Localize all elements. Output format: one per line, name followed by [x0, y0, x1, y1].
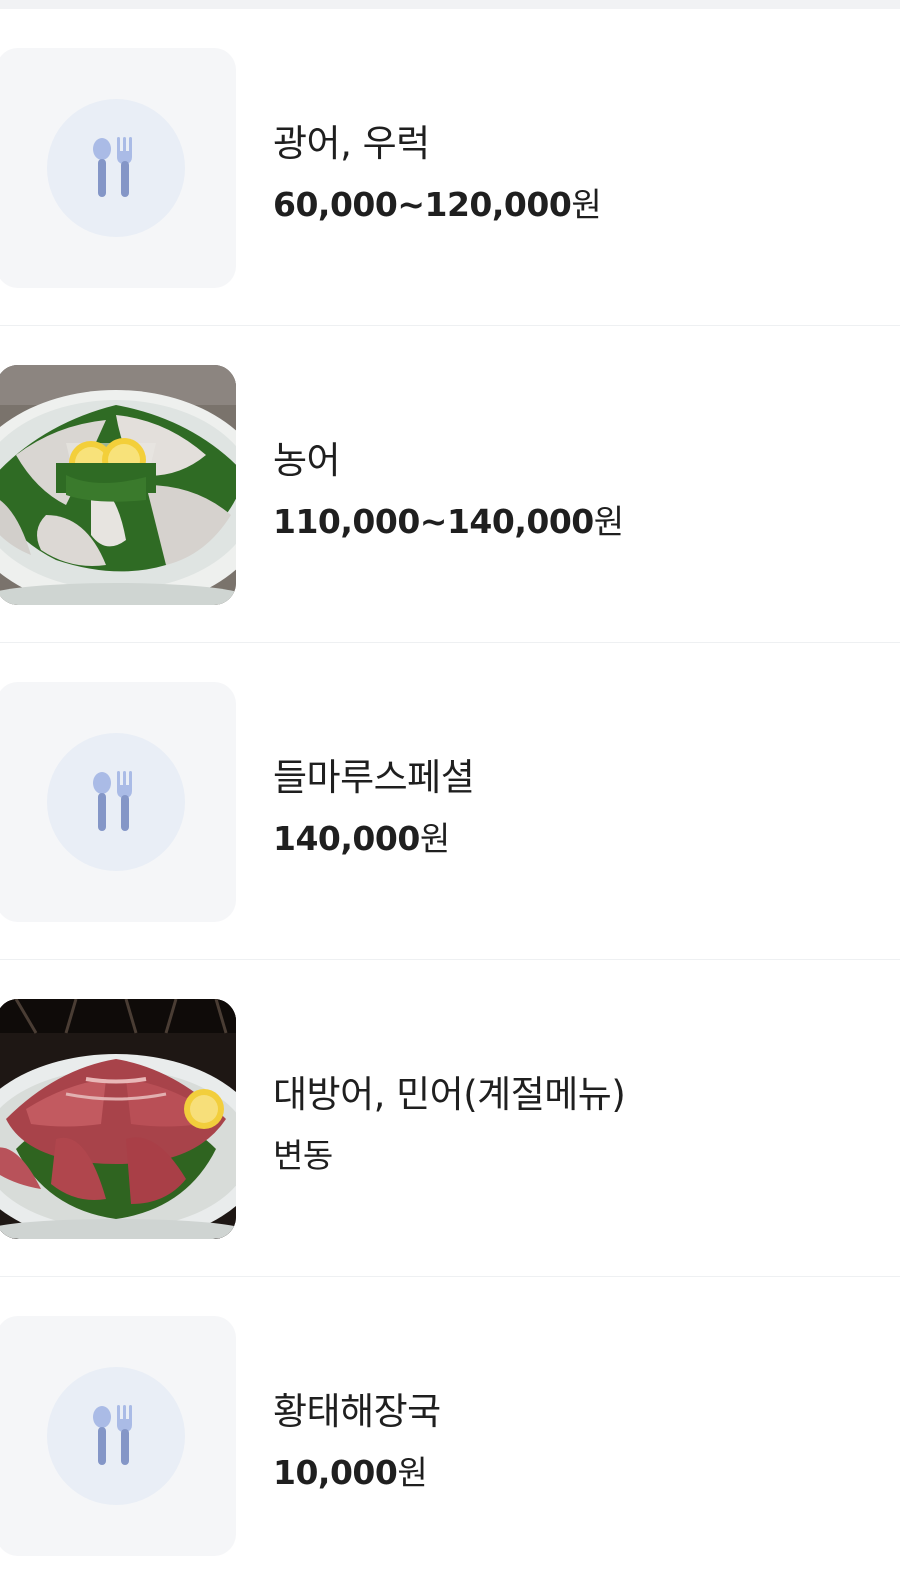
menu-list: 광어, 우럭 60,000~120,000원 농어 110,000~140,00… — [0, 9, 900, 1594]
menu-image-placeholder — [0, 1316, 236, 1556]
menu-item[interactable]: 들마루스페셜 140,000원 — [0, 643, 900, 960]
price-unit: 원 — [397, 1453, 428, 1492]
menu-name: 광어, 우럭 — [273, 122, 430, 165]
sea-bass-sashimi-illustration — [0, 365, 236, 605]
price-unit: 원 — [571, 185, 602, 224]
menu-name: 황태해장국 — [273, 1390, 441, 1433]
menu-item[interactable]: 광어, 우럭 60,000~120,000원 — [0, 9, 900, 326]
menu-image-placeholder — [0, 48, 236, 288]
placeholder-circle — [47, 1367, 185, 1505]
menu-price: 140,000원 — [273, 812, 450, 860]
menu-item[interactable]: 농어 110,000~140,000원 — [0, 326, 900, 643]
yellowtail-sashimi-photo — [0, 999, 236, 1239]
menu-name: 농어 — [273, 439, 341, 482]
placeholder-circle — [47, 733, 185, 871]
sea-bass-sashimi-photo — [0, 365, 236, 605]
menu-price: 110,000~140,000원 — [273, 495, 624, 543]
placeholder-circle — [47, 99, 185, 237]
menu-item[interactable]: 대방어, 민어(계절메뉴) 변동 — [0, 960, 900, 1277]
price-unit: 원 — [419, 819, 451, 858]
fork-spoon-icon — [93, 137, 132, 197]
price-amount: 110,000~140,000 — [273, 502, 594, 541]
fork-spoon-icon — [93, 771, 132, 831]
menu-price: 변동 — [273, 1136, 333, 1175]
menu-name: 들마루스페셜 — [273, 756, 475, 799]
fork-spoon-icon — [93, 1405, 132, 1465]
menu-image-placeholder — [0, 682, 236, 922]
price-amount: 10,000 — [273, 1453, 398, 1492]
top-divider-strip — [0, 0, 900, 9]
yellowtail-sashimi-illustration — [0, 999, 236, 1239]
price-amount: 60,000~120,000 — [273, 185, 572, 224]
menu-item[interactable]: 황태해장국 10,000원 — [0, 1277, 900, 1594]
menu-price: 60,000~120,000원 — [273, 178, 602, 226]
price-amount: 140,000 — [273, 819, 420, 858]
price-unit: 원 — [593, 502, 625, 541]
menu-name: 대방어, 민어(계절메뉴) — [273, 1073, 626, 1116]
menu-price: 10,000원 — [273, 1446, 428, 1494]
